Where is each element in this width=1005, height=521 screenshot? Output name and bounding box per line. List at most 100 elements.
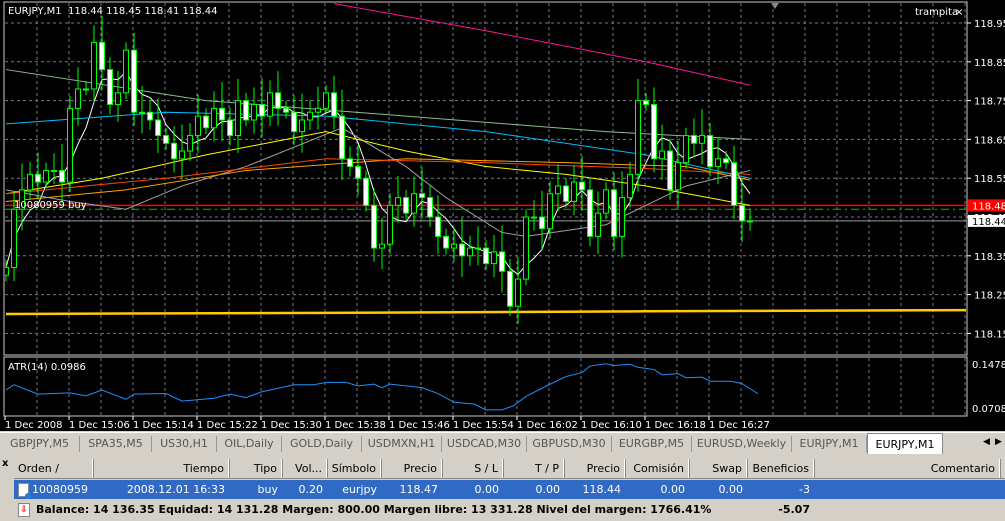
time-tick-label: 1 Dec 15:46 bbox=[389, 420, 450, 431]
candle bbox=[43, 162, 49, 189]
balance-row: ⇩ Balance: 14 136.35 Equidad: 14 131.28 … bbox=[14, 500, 1005, 519]
tab-us30-h1[interactable]: US30,H1 bbox=[152, 436, 217, 452]
price-chart[interactable]: EURJPY,M1 118.44 118.45 118.41 118.44 tr… bbox=[0, 0, 1005, 431]
candle-body bbox=[379, 243, 385, 249]
candle-body bbox=[387, 204, 393, 245]
candle-body bbox=[643, 100, 649, 105]
candle-body bbox=[483, 247, 489, 265]
candle-body bbox=[683, 135, 689, 164]
candle-body bbox=[427, 197, 433, 218]
terminal-close-button[interactable]: x bbox=[2, 458, 8, 469]
tab-scroll-left-icon[interactable]: ◀ bbox=[983, 437, 990, 447]
column-header-sl[interactable]: S / L bbox=[442, 459, 503, 478]
candle bbox=[635, 78, 641, 192]
time-axis: 1 Dec 2008 1 Dec 15:06 1 Dec 15:14 1 Dec 15… bbox=[4, 416, 770, 431]
candle bbox=[531, 199, 537, 231]
cell-beneficios: -3 bbox=[799, 483, 810, 496]
column-header-orden[interactable]: Orden / bbox=[14, 459, 93, 478]
candle bbox=[243, 92, 249, 127]
candle bbox=[259, 78, 265, 138]
candle-body bbox=[747, 220, 753, 223]
candle bbox=[419, 167, 425, 219]
candle bbox=[547, 181, 553, 239]
candle-body bbox=[243, 100, 249, 121]
cell-precio: 118.47 bbox=[399, 483, 439, 496]
column-header-tipo[interactable]: Tipo bbox=[229, 459, 282, 478]
candle-body bbox=[403, 197, 409, 214]
candle bbox=[627, 161, 633, 208]
ea-close-icon[interactable]: × bbox=[955, 7, 963, 18]
tab-eurjpy-m1[interactable]: EURJPY,M1 bbox=[867, 433, 943, 454]
table-header: Orden / Tiempo Tipo Vol... Símbolo Precio S / … bbox=[14, 459, 1005, 479]
column-header-tp[interactable]: T / P bbox=[503, 459, 564, 478]
candle-body bbox=[123, 49, 129, 94]
candle-body bbox=[475, 247, 481, 250]
chart-shift-marker-icon[interactable] bbox=[771, 3, 779, 9]
price-tick-label: 118.15 bbox=[974, 329, 1005, 340]
cell-smbolo: eurjpy bbox=[342, 483, 377, 496]
tab-oil-daily[interactable]: OIL,Daily bbox=[217, 436, 282, 452]
candle-body bbox=[715, 158, 721, 168]
tab-eurusd-weekly[interactable]: EURUSD,Weekly bbox=[692, 436, 792, 452]
candle bbox=[507, 258, 513, 317]
column-header-comentario[interactable]: Comentario bbox=[814, 459, 1000, 478]
tab-scroll-right-icon[interactable]: ▶ bbox=[995, 437, 1002, 447]
candle bbox=[195, 94, 201, 153]
candle bbox=[91, 25, 97, 103]
candle bbox=[571, 165, 577, 216]
tab-gbpusd-m30[interactable]: GBPUSD,M30 bbox=[527, 436, 612, 452]
candle bbox=[443, 228, 449, 255]
cell-comisin: 0.00 bbox=[660, 483, 686, 496]
time-tick-label: 1 Dec 16:18 bbox=[645, 420, 706, 431]
candle bbox=[467, 235, 473, 266]
bid-price-label: 118.44 bbox=[972, 217, 1005, 228]
candle-body bbox=[395, 197, 401, 206]
column-header-tiempo[interactable]: Tiempo bbox=[93, 459, 229, 478]
column-header-vol[interactable]: Vol... bbox=[282, 459, 327, 478]
tab-eurgbp-m5[interactable]: EURGBP,M5 bbox=[612, 436, 692, 452]
candle bbox=[147, 99, 153, 130]
candle-body bbox=[211, 107, 217, 129]
candle bbox=[579, 155, 585, 211]
tab-eurjpy-m1[interactable]: EURJPY,M1 bbox=[792, 436, 867, 452]
candle-body bbox=[75, 88, 81, 109]
candle bbox=[555, 164, 561, 212]
candle bbox=[283, 100, 289, 119]
candle bbox=[699, 109, 705, 165]
candle bbox=[739, 178, 745, 242]
column-header-beneficios[interactable]: Beneficios bbox=[747, 459, 814, 478]
candle-body bbox=[91, 41, 97, 90]
candle-body bbox=[555, 185, 561, 195]
candle-body bbox=[259, 103, 265, 117]
column-header-swap[interactable]: Swap bbox=[689, 459, 747, 478]
candle-body bbox=[435, 216, 441, 237]
candle bbox=[523, 209, 529, 286]
candle bbox=[307, 99, 313, 130]
candle bbox=[587, 177, 593, 247]
candle bbox=[67, 95, 73, 193]
column-header-comisin[interactable]: Comisión bbox=[625, 459, 689, 478]
moving-average-line bbox=[333, 3, 751, 86]
column-header-smbolo[interactable]: Símbolo bbox=[327, 459, 381, 478]
price-tick-label: 118.95 bbox=[974, 19, 1005, 30]
tab-spa35-m5[interactable]: SPA35,M5 bbox=[80, 436, 152, 452]
candle bbox=[59, 144, 65, 204]
tab-gbpjpy-m5[interactable]: GBPJPY,M5 bbox=[0, 436, 80, 452]
candle-body bbox=[99, 41, 105, 71]
candle bbox=[659, 124, 665, 180]
tab-gold-daily[interactable]: GOLD,Daily bbox=[282, 436, 362, 452]
column-header-precio[interactable]: Precio bbox=[564, 459, 625, 478]
chart-tabs: GBPJPY,M5 SPA35,M5 US30,H1 OIL,Daily GOLD,Da… bbox=[0, 432, 1005, 454]
candle-body bbox=[627, 173, 633, 199]
tab-usdmxn-h1[interactable]: USDMXN,H1 bbox=[362, 436, 442, 452]
time-tick-label: 1 Dec 15:14 bbox=[133, 420, 194, 431]
candle-body bbox=[459, 243, 465, 257]
table-row[interactable]: 10080959 2008.12.01 16:33 buy 0.20 eurjpy 118… bbox=[14, 480, 1005, 499]
price-tick-label: 118.85 bbox=[974, 58, 1005, 69]
tab-usdcad-m30[interactable]: USDCAD,M30 bbox=[442, 436, 527, 452]
time-tick-label: 1 Dec 15:38 bbox=[325, 420, 386, 431]
column-header-precio[interactable]: Precio bbox=[381, 459, 442, 478]
candle bbox=[275, 71, 281, 126]
chart-window[interactable]: EURJPY,M1 118.44 118.45 118.41 118.44 tr… bbox=[0, 0, 1005, 431]
candle-body bbox=[219, 107, 225, 121]
